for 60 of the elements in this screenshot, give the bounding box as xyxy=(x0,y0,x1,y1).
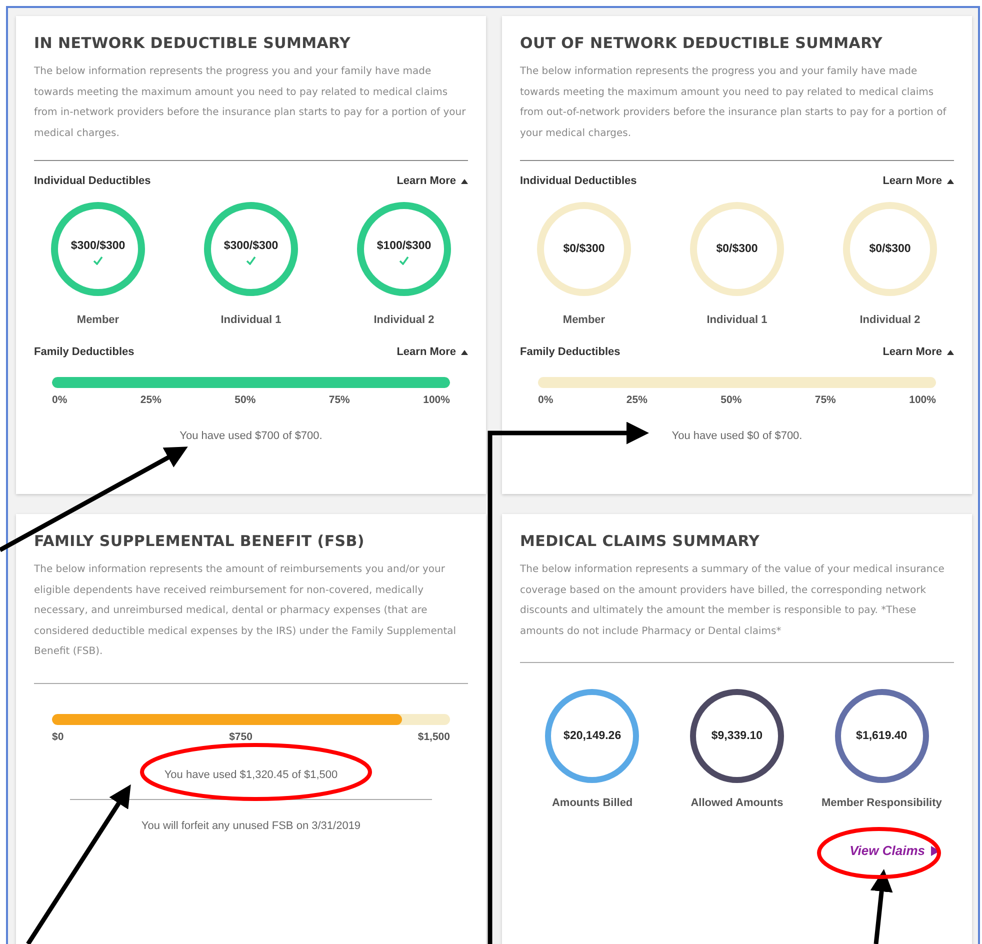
claims-amount: $20,149.26 xyxy=(564,730,622,742)
check-icon xyxy=(399,256,409,264)
scale-label: $0 xyxy=(52,730,64,742)
scale-label: 50% xyxy=(234,394,256,406)
claims-amount: $1,619.40 xyxy=(856,730,908,742)
caret-icon xyxy=(947,178,954,184)
card-title: OUT OF NETWORK DEDUCTIBLE SUMMARY xyxy=(520,34,884,52)
check-icon xyxy=(246,256,256,264)
person-label: Individual 1 xyxy=(220,314,282,326)
section-label: Family Deductibles xyxy=(520,346,620,358)
person-label: Individual 2 xyxy=(860,314,920,326)
view-claims-link[interactable]: View Claims xyxy=(850,843,940,858)
learn-more-link[interactable]: Learn More xyxy=(882,175,954,187)
scale-label: $1,500 xyxy=(418,730,450,742)
person-label: Member xyxy=(562,314,606,326)
forfeit-note: You will forfeit any unused FSB on 3/31/2019 xyxy=(140,820,362,832)
caret-icon xyxy=(461,350,468,354)
card-title: MEDICAL CLAIMS SUMMARY xyxy=(520,532,761,550)
learn-more-link[interactable]: Learn More xyxy=(396,175,468,187)
person-label: Member xyxy=(76,314,120,326)
usage-text: You have used $700 of $700. xyxy=(178,430,324,442)
scale-label: 0% xyxy=(538,394,554,406)
claims-label: Member Responsibility xyxy=(821,797,942,809)
deductible-amount: $300/$300 xyxy=(224,240,278,252)
person-label: Individual 1 xyxy=(706,314,768,326)
card-description: The below information represents the progress you and your family have made towards meeting the maximum amount you need to pay related to medical claims from in-network providers before the insurance plan starts to pay for a portion of your medical charges. xyxy=(34,65,467,140)
card-title: FAMILY SUPPLEMENTAL BENEFIT (FSB) xyxy=(34,532,366,550)
scale-label: 25% xyxy=(140,394,162,406)
scale-label: 0% xyxy=(52,394,68,406)
card-description: The below information represents the amount of reimbursements you and/or your eligible dependents have received reimbursement for non-covered, medically necessary, and unreimbursed medical, dental or pharmacy expenses (that are considered deductible medical expenses by the IRS) under the Family Supplemental Benefit (FSB). xyxy=(34,563,458,659)
claims-amount: $9,339.10 xyxy=(711,730,763,742)
deductible-amount: $0/$300 xyxy=(869,243,911,255)
card-title: IN NETWORK DEDUCTIBLE SUMMARY xyxy=(34,34,352,52)
check-icon xyxy=(93,256,103,264)
play-icon xyxy=(931,846,940,856)
usage-text: You have used $0 of $700. xyxy=(670,430,804,442)
section-label: Individual Deductibles xyxy=(520,175,637,187)
learn-more-link[interactable]: Learn More xyxy=(396,346,468,358)
learn-more-link[interactable]: Learn More xyxy=(882,346,954,358)
claims-label: Amounts Billed xyxy=(552,797,633,809)
section-label: Family Deductibles xyxy=(34,346,134,358)
claims-label: Allowed Amounts xyxy=(690,797,784,809)
scale-label: 25% xyxy=(626,394,648,406)
deductible-amount: $300/$300 xyxy=(70,240,126,252)
deductible-amount: $0/$300 xyxy=(563,243,605,255)
deductible-amount: $0/$300 xyxy=(716,243,758,255)
scale-label: 100% xyxy=(423,394,450,406)
person-label: Individual 2 xyxy=(374,314,434,326)
card-description: The below information represents a summary of the value of your medical insurance coverage based on the amount providers have billed, the corresponding network discounts and ultimately the amount the member is responsible to pay. *These amounts do not include Pharmacy or Dental claims* xyxy=(520,563,946,638)
card-description: The below information represents the progress you and your family have made towards meeting the maximum amount you need to pay related to medical claims from out-of-network providers before the insurance plan starts to pay for a portion of your medical charges. xyxy=(520,65,948,140)
usage-text: You have used $1,320.45 of $1,500 xyxy=(163,768,339,780)
caret-icon xyxy=(947,350,954,354)
scale-label: 75% xyxy=(328,394,350,406)
scale-label: 50% xyxy=(720,394,742,406)
section-label: Individual Deductibles xyxy=(34,175,151,187)
scale-label: 100% xyxy=(909,394,936,406)
deductible-amount: $100/$300 xyxy=(376,240,432,252)
caret-icon xyxy=(461,178,468,184)
scale-label: $750 xyxy=(229,730,252,742)
scale-label: 75% xyxy=(814,394,836,406)
